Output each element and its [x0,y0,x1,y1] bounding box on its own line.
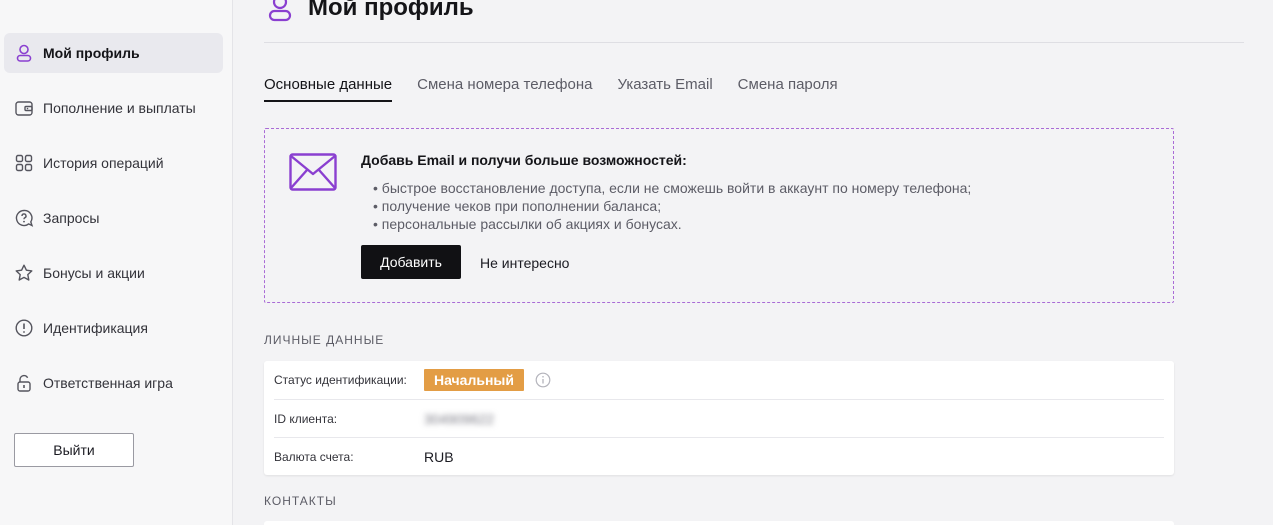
page-title: Мой профиль [264,0,474,24]
tab-set-email[interactable]: Указать Email [618,76,713,102]
main-content: Мой профиль Основные данные Смена номера… [234,0,1273,525]
email-promo-banner: Добавь Email и получи больше возможносте… [264,128,1174,303]
tab-change-password[interactable]: Смена пароля [738,76,838,102]
sidebar-item-payments[interactable]: Пополнение и выплаты [4,88,223,128]
personal-data-heading: ЛИЧНЫЕ ДАННЫЕ [264,333,385,347]
exclamation-icon [14,318,34,338]
add-email-button[interactable]: Добавить [361,245,461,279]
list-item: получение чеков при пополнении баланса; [373,197,971,215]
contacts-heading: КОНТАКТЫ [264,494,337,508]
sidebar-item-label: Пополнение и выплаты [43,100,196,116]
tab-change-phone[interactable]: Смена номера телефона [417,76,592,102]
info-icon[interactable] [535,372,551,388]
sidebar: Мой профиль Пополнение и выплаты История… [0,0,233,525]
logout-button[interactable]: Выйти [14,433,134,467]
sidebar-item-requests[interactable]: Запросы [4,198,223,238]
sidebar-item-label: Бонусы и акции [43,265,145,281]
client-id-value: 304909622 [424,410,495,427]
not-interested-link[interactable]: Не интересно [480,255,569,271]
list-item: персональные рассылки об акциях и бонуса… [373,215,971,233]
user-icon [264,0,296,24]
sidebar-item-label: Мой профиль [43,45,140,61]
lock-icon [14,373,34,393]
list-item: быстрое восстановление доступа, если не … [373,179,972,197]
currency-value: RUB [424,448,454,465]
wallet-icon [14,98,34,118]
tab-basic-data[interactable]: Основные данные [264,76,393,102]
sidebar-item-bonuses[interactable]: Бонусы и акции [4,253,223,293]
user-icon [14,43,34,63]
table-row: ID клиента: 304909622 [274,399,1164,437]
sidebar-item-my-profile[interactable]: Мой профиль [4,33,223,73]
table-row: Статус идентификации: Начальный [274,361,1164,399]
personal-data-card: Статус идентификации: Начальный ID клиен… [264,361,1174,475]
sidebar-item-label: Ответственная игра [43,375,173,391]
page-title-text: Мой профиль [308,0,474,21]
star-icon [14,263,34,283]
sidebar-item-label: История операций [43,155,164,171]
sidebar-item-responsible-gaming[interactable]: Ответственная игра [4,363,223,403]
status-badge: Начальный [424,369,524,391]
profile-tabs: Основные данные Смена номера телефона Ук… [264,76,863,102]
grid-icon [14,153,34,173]
question-icon [14,208,34,228]
status-label: Статус идентификации: [274,373,407,387]
client-id-label: ID клиента: [274,411,338,426]
sidebar-item-history[interactable]: История операций [4,143,223,183]
envelope-icon [289,153,337,191]
sidebar-item-label: Идентификация [43,320,148,336]
currency-label: Валюта счета: [274,449,354,464]
table-row: Валюта счета: RUB [274,437,1164,475]
sidebar-item-identification[interactable]: Идентификация [4,308,223,348]
promo-benefits-list: быстрое восстановление доступа, если не … [373,179,972,233]
contacts-card [264,521,1174,525]
title-divider [264,42,1244,43]
promo-title: Добавь Email и получи больше возможносте… [361,152,687,168]
sidebar-item-label: Запросы [43,210,100,226]
